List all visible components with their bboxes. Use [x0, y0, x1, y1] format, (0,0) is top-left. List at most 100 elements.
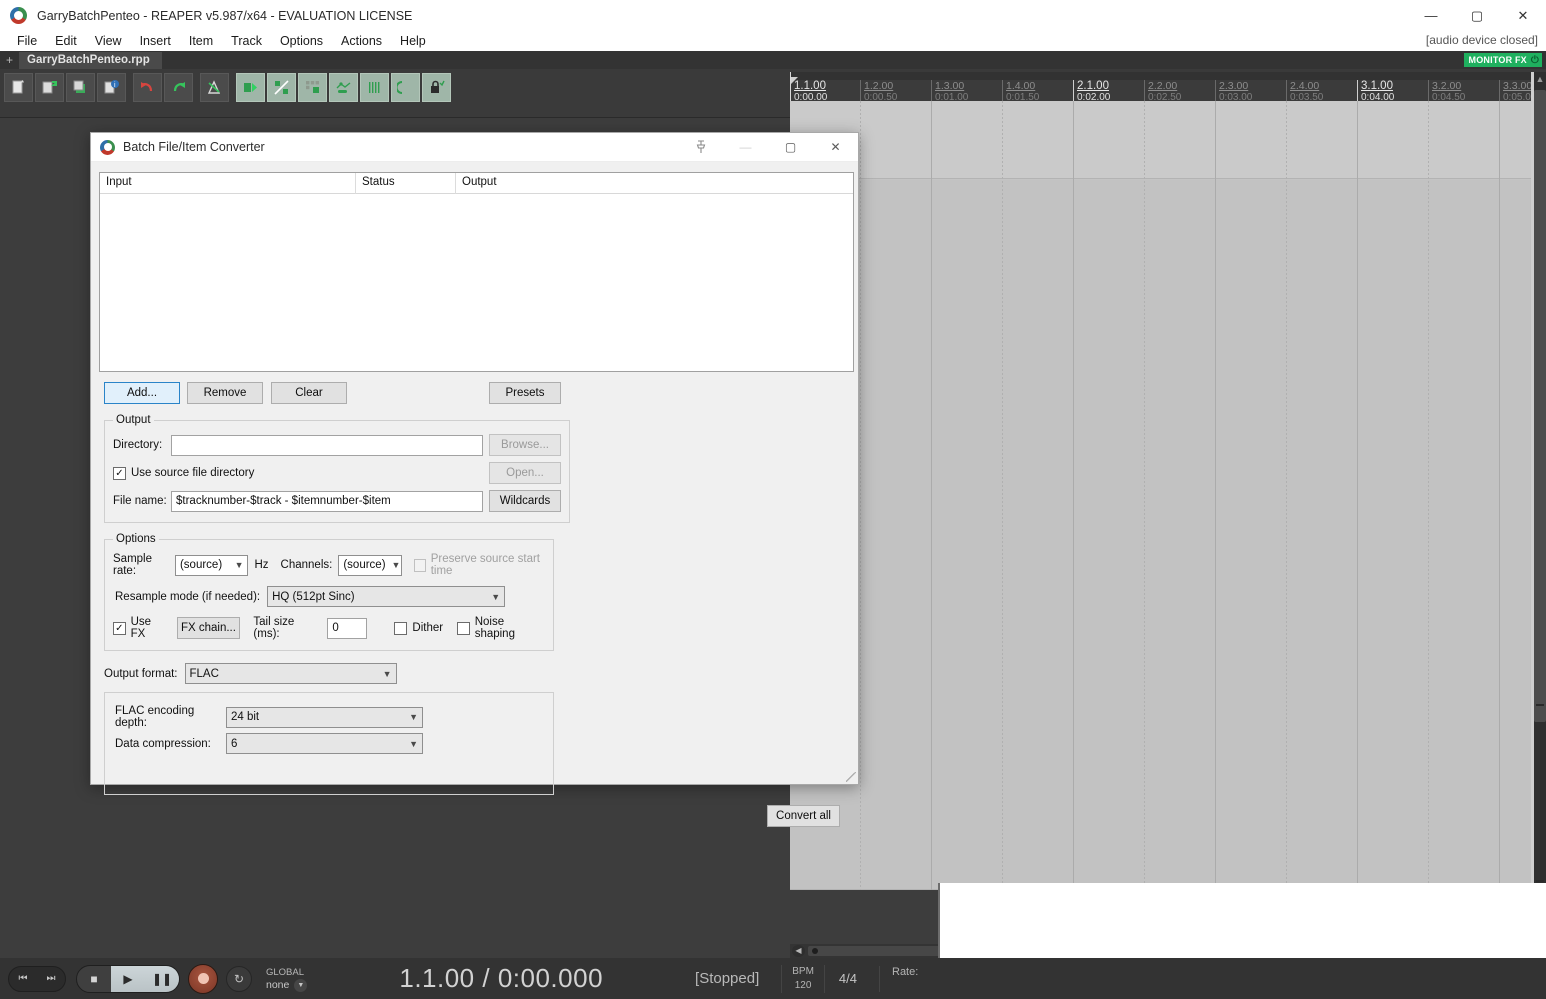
menu-track[interactable]: Track: [222, 31, 271, 51]
options-group: Options Sample rate: (source) ▼ Hz Chann…: [104, 533, 554, 651]
browse-button[interactable]: Browse...: [489, 434, 561, 456]
menu-edit[interactable]: Edit: [46, 31, 86, 51]
menu-file[interactable]: File: [8, 31, 46, 51]
column-header-output[interactable]: Output: [456, 173, 853, 194]
output-format-combo[interactable]: FLAC ▼: [184, 663, 397, 684]
grid-icon[interactable]: [360, 73, 389, 102]
save-project-icon[interactable]: [66, 73, 95, 102]
pin-icon[interactable]: [678, 133, 723, 162]
new-project-icon[interactable]: *: [4, 73, 33, 102]
routing-matrix-icon[interactable]: [267, 73, 296, 102]
use-source-dir-checkbox[interactable]: ✓ Use source file directory: [113, 466, 489, 480]
fx-chain-button[interactable]: FX chain...: [176, 617, 241, 639]
chevron-down-icon[interactable]: ▼: [383, 669, 392, 679]
use-fx-checkbox[interactable]: ✓ Use FX: [113, 616, 168, 640]
project-tab-garrybatchpenteo[interactable]: GarryBatchPenteo.rpp: [19, 52, 162, 69]
bpm-value[interactable]: 120: [792, 979, 814, 993]
data-compression-combo[interactable]: 6 ▼: [226, 733, 423, 754]
vertical-scrollbar[interactable]: ▲: [1531, 72, 1546, 890]
directory-input[interactable]: [171, 434, 483, 456]
dialog-close-button[interactable]: ✕: [813, 133, 858, 162]
playback-position[interactable]: 1.1.00 / 0:00.000: [399, 963, 603, 994]
convert-all-button[interactable]: Convert all: [767, 805, 840, 827]
item-split-icon[interactable]: [236, 73, 265, 102]
preserve-start-checkbox[interactable]: Preserve source start time: [414, 553, 545, 577]
pause-button[interactable]: ❚❚: [145, 965, 179, 992]
column-header-status[interactable]: Status: [356, 173, 456, 194]
dialog-minimize-button[interactable]: —: [723, 133, 768, 162]
presets-button[interactable]: Presets: [489, 382, 561, 404]
chevron-down-icon[interactable]: ▼: [235, 560, 244, 570]
chevron-down-icon[interactable]: ▼: [409, 712, 418, 722]
add-button[interactable]: Add...: [104, 382, 180, 404]
checkbox-icon[interactable]: [457, 621, 470, 635]
chevron-down-icon[interactable]: ▼: [491, 592, 500, 602]
record-button[interactable]: [188, 963, 218, 994]
menu-options[interactable]: Options: [271, 31, 332, 51]
power-icon[interactable]: ⏻: [1531, 55, 1539, 66]
noise-shaping-checkbox[interactable]: Noise shaping: [457, 616, 545, 640]
chevron-down-icon[interactable]: ▼: [294, 978, 308, 992]
redo-icon[interactable]: [164, 73, 193, 102]
time-signature[interactable]: 4/4: [839, 971, 857, 986]
grouping-icon[interactable]: [298, 73, 327, 102]
dialog-maximize-button[interactable]: ▢: [768, 133, 813, 162]
menu-view[interactable]: View: [86, 31, 131, 51]
scroll-left-icon[interactable]: ◀: [792, 945, 805, 957]
stop-button[interactable]: ■: [77, 966, 111, 992]
open-project-icon[interactable]: [35, 73, 64, 102]
go-to-end-icon[interactable]: ⏭: [37, 967, 65, 991]
column-header-input[interactable]: Input: [100, 173, 356, 194]
audio-device-status: [audio device closed]: [1425, 33, 1538, 47]
timeline-ruler[interactable]: 1.1.00 0:00.00 1.2.00 0:00.50 1.3.00 0:0…: [790, 72, 1546, 101]
dialog-resize-grip[interactable]: [846, 772, 856, 782]
checkbox-icon[interactable]: [414, 558, 426, 572]
menu-insert[interactable]: Insert: [131, 31, 180, 51]
play-button[interactable]: ▶: [111, 965, 145, 992]
checkbox-icon[interactable]: ✓: [113, 466, 126, 480]
monitor-fx-button[interactable]: MONITOR FX ⏻: [1463, 53, 1542, 67]
lock-icon[interactable]: [422, 73, 451, 102]
sample-rate-combo[interactable]: (source) ▼: [174, 554, 249, 576]
play-cursor-handle-icon[interactable]: [791, 77, 798, 84]
remove-button[interactable]: Remove: [187, 382, 263, 404]
channels-combo[interactable]: (source) ▼: [338, 554, 403, 576]
project-settings-icon[interactable]: i: [97, 73, 126, 102]
envelopes-icon[interactable]: [200, 73, 229, 102]
file-name-input[interactable]: [171, 490, 483, 512]
file-list[interactable]: Input Status Output: [99, 172, 854, 372]
dither-checkbox[interactable]: Dither: [394, 621, 443, 635]
clear-button[interactable]: Clear: [271, 382, 347, 404]
minimize-button[interactable]: —: [1408, 0, 1454, 31]
bpm-display[interactable]: BPM 120: [781, 964, 825, 993]
maximize-button[interactable]: ▢: [1454, 0, 1500, 31]
data-compression-value: 6: [231, 737, 238, 750]
new-tab-button[interactable]: +: [0, 53, 19, 69]
menu-actions[interactable]: Actions: [332, 31, 391, 51]
file-list-header: Input Status Output: [100, 173, 853, 194]
repeat-button[interactable]: ↻: [226, 965, 252, 992]
chevron-down-icon[interactable]: ▼: [392, 560, 401, 570]
loop-icon[interactable]: [391, 73, 420, 102]
tracks-area[interactable]: [790, 101, 1546, 890]
menu-help[interactable]: Help: [391, 31, 435, 51]
close-button[interactable]: ✕: [1500, 0, 1546, 31]
automation-icon[interactable]: [329, 73, 358, 102]
vscroll-thumb[interactable]: [1534, 90, 1546, 722]
go-to-start-icon[interactable]: ⏮: [9, 967, 37, 991]
checkbox-icon[interactable]: ✓: [113, 621, 126, 635]
wildcards-button[interactable]: Wildcards: [489, 490, 561, 512]
tail-size-input[interactable]: [327, 617, 368, 639]
hscroll-thumb[interactable]: [812, 948, 818, 954]
hz-label: Hz: [254, 559, 269, 571]
chevron-down-icon[interactable]: ▼: [409, 739, 418, 749]
resample-mode-combo[interactable]: HQ (512pt Sinc) ▼: [267, 586, 506, 607]
menu-item[interactable]: Item: [180, 31, 222, 51]
undo-icon[interactable]: [133, 73, 162, 102]
scroll-up-icon[interactable]: ▲: [1535, 74, 1545, 84]
open-button[interactable]: Open...: [489, 462, 561, 484]
global-automation-mode[interactable]: GLOBAL none ▼: [266, 966, 308, 992]
checkbox-icon[interactable]: [394, 621, 408, 635]
arrange-view[interactable]: 1.1.00 0:00.00 1.2.00 0:00.50 1.3.00 0:0…: [790, 72, 1546, 890]
flac-depth-combo[interactable]: 24 bit ▼: [226, 706, 423, 728]
